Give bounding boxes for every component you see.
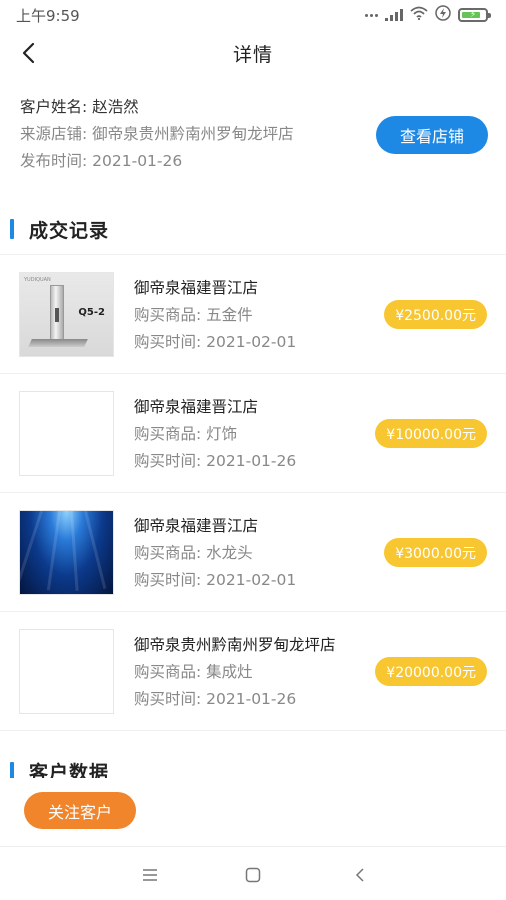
menu-icon (143, 869, 157, 881)
record-item[interactable]: YUDIQUAN Q5-2 御帝泉福建晋江店 购买商品: 五金件 购买时间: 2… (0, 255, 506, 374)
thumbnail-brand-text: YUDIQUAN (24, 277, 51, 283)
data-section-title: 客户数据 (29, 762, 110, 778)
status-icons: ⚡ (365, 5, 491, 25)
section-accent-bar (10, 219, 14, 239)
follow-customer-button[interactable]: 关注客户 (24, 792, 136, 829)
record-list: YUDIQUAN Q5-2 御帝泉福建晋江店 购买商品: 五金件 购买时间: 2… (0, 254, 506, 731)
nav-back-button[interactable] (349, 864, 371, 886)
signal-dots-icon (365, 13, 378, 17)
record-date: 购买时间: 2021-02-01 (134, 333, 297, 351)
record-store: 御帝泉福建晋江店 (134, 279, 259, 297)
records-section-header: 成交记录 (0, 214, 506, 244)
record-product: 购买商品: 水龙头 (134, 544, 253, 562)
record-item[interactable]: 御帝泉福建晋江店 购买商品: 灯饰 购买时间: 2021-01-26 ¥1000… (0, 374, 506, 493)
data-section-header: 客户数据 (0, 756, 506, 778)
record-store: 御帝泉福建晋江店 (134, 517, 259, 535)
thumbnail-model-text: Q5-2 (78, 307, 105, 318)
home-button[interactable] (242, 864, 264, 886)
price-badge: ¥3000.00元 (384, 538, 487, 567)
back-triangle-icon (355, 868, 364, 882)
signal-bars-icon (385, 9, 403, 21)
status-bar: 上午9:59 ⚡ (0, 0, 506, 30)
record-item[interactable]: 御帝泉贵州黔南州罗甸龙坪店 购买商品: 集成灶 购买时间: 2021-01-26… (0, 612, 506, 731)
record-product: 购买商品: 灯饰 (134, 425, 238, 443)
record-date: 购买时间: 2021-01-26 (134, 452, 297, 470)
record-product: 购买商品: 集成灶 (134, 663, 253, 681)
customer-info: 客户姓名: 赵浩然 来源店铺: 御帝泉贵州黔南州罗甸龙坪店 发布时间: 2021… (20, 94, 490, 182)
records-section-title: 成交记录 (29, 219, 110, 242)
record-product: 购买商品: 五金件 (134, 306, 253, 324)
wifi-icon (410, 6, 428, 24)
price-badge: ¥2500.00元 (384, 300, 487, 329)
battery-icon: ⚡ (458, 8, 491, 22)
home-square-icon (245, 867, 261, 883)
product-thumbnail: YUDIQUAN Q5-2 (19, 272, 114, 357)
page-title: 详情 (232, 43, 273, 66)
water-thumbnail (19, 510, 114, 595)
price-badge: ¥10000.00元 (375, 419, 487, 448)
top-header: 详情 (0, 30, 506, 76)
view-store-button[interactable]: 查看店铺 (376, 116, 488, 154)
record-date: 购买时间: 2021-01-26 (134, 690, 297, 708)
record-store: 御帝泉贵州黔南州罗甸龙坪店 (134, 636, 336, 654)
status-time: 上午9:59 (16, 6, 80, 25)
record-date: 购买时间: 2021-02-01 (134, 571, 297, 589)
menu-button[interactable] (139, 864, 161, 886)
record-item[interactable]: 御帝泉福建晋江店 购买商品: 水龙头 购买时间: 2021-02-01 ¥300… (0, 493, 506, 612)
back-button[interactable] (14, 38, 44, 68)
system-nav-bar (0, 846, 506, 900)
blank-thumbnail (19, 629, 114, 714)
price-badge: ¥20000.00元 (375, 657, 487, 686)
charging-icon (435, 5, 451, 25)
chevron-left-icon (22, 42, 35, 64)
section-accent-bar (10, 762, 14, 778)
blank-thumbnail (19, 391, 114, 476)
record-store: 御帝泉福建晋江店 (134, 398, 259, 416)
